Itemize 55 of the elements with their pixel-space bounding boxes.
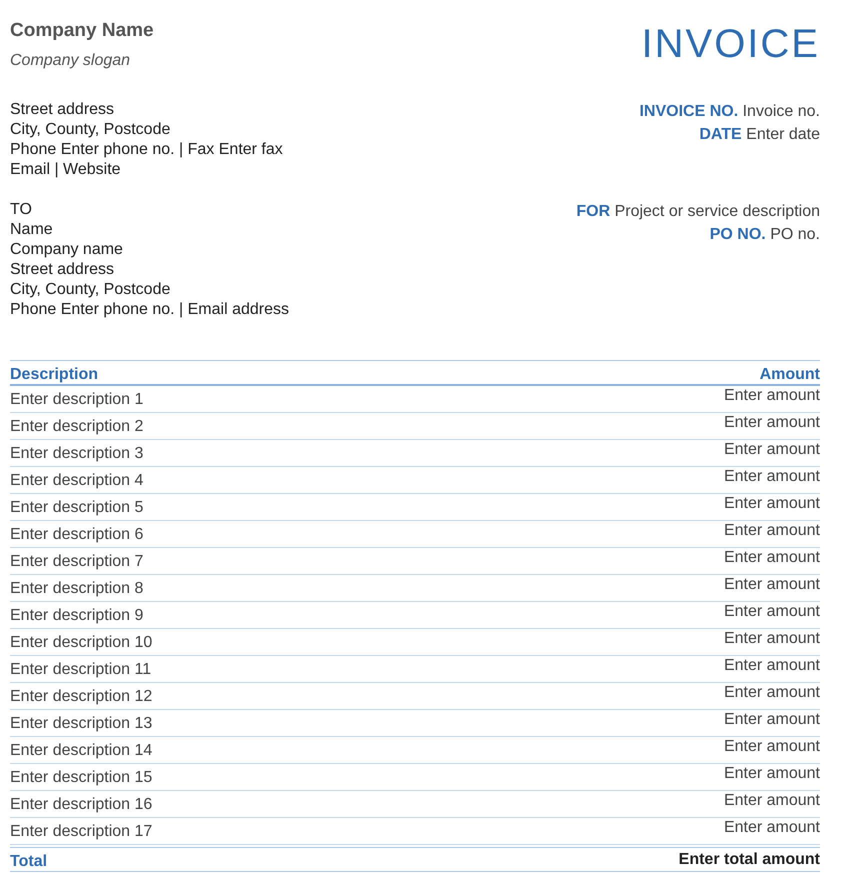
table-cell: Enter amount: [724, 576, 820, 594]
table-cell: Enter amount: [724, 765, 820, 783]
table-cell: Enter amount: [724, 738, 820, 756]
table-cell: Enter description 2: [10, 418, 144, 436]
table-cell: Enter description 16: [10, 796, 152, 814]
table-cell: Enter amount: [724, 441, 820, 459]
table-cell: Enter description 8: [10, 580, 144, 598]
table-cell: Enter amount: [724, 684, 820, 702]
table-cell: Enter amount: [724, 387, 820, 405]
table-cell: Enter description 3: [10, 445, 144, 463]
address-line: Company name: [10, 240, 123, 260]
info-field: INVOICE NO. Invoice no.: [639, 100, 820, 123]
info-field: FOR Project or service description: [576, 200, 820, 223]
table-cell: Enter description 1: [10, 391, 144, 409]
recipient-label: TO: [10, 200, 32, 220]
total-label: Total: [10, 853, 48, 871]
address-line: Name: [10, 220, 53, 240]
info-field: PO NO. PO no.: [710, 223, 820, 246]
table-cell: Enter amount: [724, 414, 820, 432]
table-cell: Enter amount: [724, 549, 820, 567]
table-cell: Enter description 14: [10, 742, 152, 760]
address-line: Street address: [10, 260, 114, 280]
total-amount: Enter total amount: [678, 851, 820, 869]
table-cell: Enter description 11: [10, 661, 152, 679]
table-cell: Enter amount: [724, 819, 820, 837]
column-header: Description: [10, 366, 98, 384]
company-slogan: Company slogan: [10, 52, 130, 70]
table-cell: Enter description 7: [10, 553, 144, 571]
table-cell: Enter amount: [724, 657, 820, 675]
table-cell: Enter amount: [724, 495, 820, 513]
table-cell: Enter description 12: [10, 688, 152, 706]
table-cell: Enter description 5: [10, 499, 144, 517]
table-cell: Enter amount: [724, 468, 820, 486]
table-cell: Enter amount: [724, 630, 820, 648]
table-cell: Enter amount: [724, 792, 820, 810]
table-cell: Enter description 17: [10, 823, 152, 841]
table-cell: Enter description 13: [10, 715, 152, 733]
table-cell: Enter description 15: [10, 769, 152, 787]
table-cell: Enter amount: [724, 711, 820, 729]
address-line: Phone Enter phone no. | Email address: [10, 300, 289, 320]
invoice-title: INVOICE: [642, 22, 820, 67]
table-cell: Enter amount: [724, 603, 820, 621]
table-cell: Enter description 4: [10, 472, 144, 490]
address-line: Email | Website: [10, 160, 121, 180]
column-header: Amount: [760, 366, 820, 384]
table-cell: Enter description 6: [10, 526, 144, 544]
company-name: Company Name: [10, 20, 154, 43]
address-line: City, County, Postcode: [10, 120, 170, 140]
table-cell: Enter description 9: [10, 607, 144, 625]
address-line: City, County, Postcode: [10, 280, 170, 300]
info-field: DATE Enter date: [699, 123, 820, 146]
address-line: Phone Enter phone no. | Fax Enter fax: [10, 140, 283, 160]
table-cell: Enter description 10: [10, 634, 152, 652]
table-cell: Enter amount: [724, 522, 820, 540]
address-line: Street address: [10, 100, 114, 120]
